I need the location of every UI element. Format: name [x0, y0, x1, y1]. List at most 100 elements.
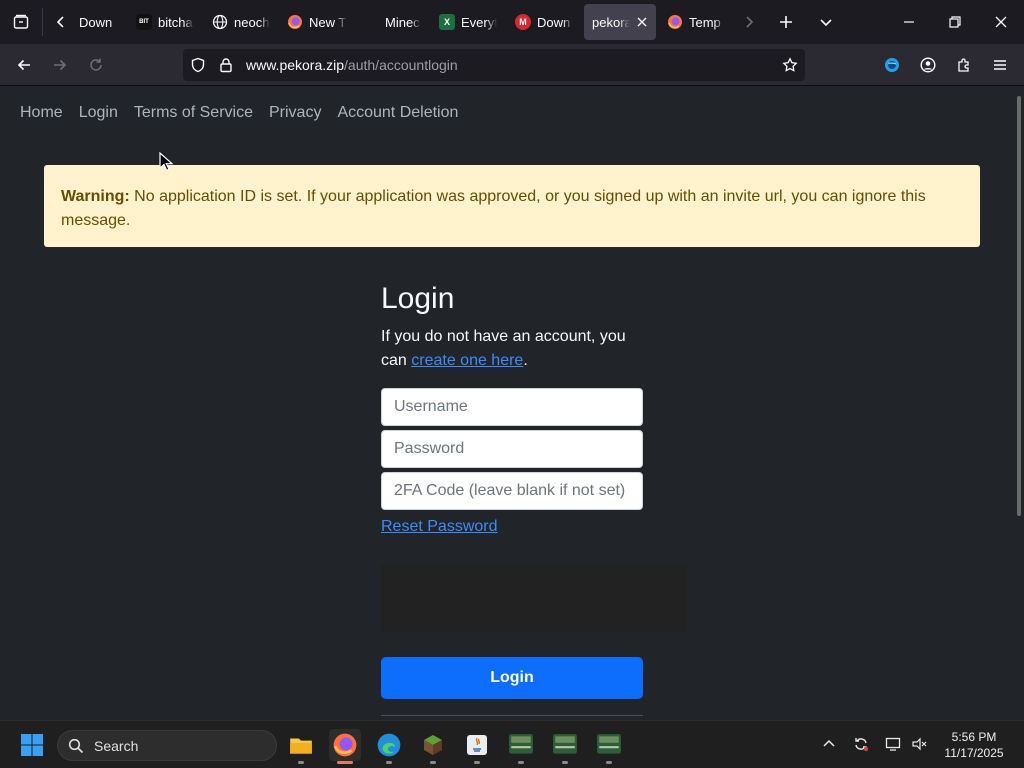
- password-input[interactable]: [381, 430, 643, 468]
- username-input[interactable]: [381, 388, 643, 426]
- mouse-cursor-icon: [159, 152, 173, 172]
- taskbar-search[interactable]: Search: [57, 730, 277, 761]
- url-path: /auth/accountlogin: [344, 57, 458, 73]
- firefox-view-button[interactable]: [0, 0, 42, 44]
- chevron-left-icon: [56, 16, 64, 28]
- reload-button[interactable]: [80, 49, 112, 81]
- extensions-button[interactable]: [948, 49, 980, 81]
- restore-window-button[interactable]: [932, 0, 978, 44]
- scrollbar-thumb[interactable]: [1017, 96, 1021, 516]
- forward-button[interactable]: [44, 49, 76, 81]
- tab-8-active[interactable]: pekora: [584, 4, 656, 40]
- shield-icon[interactable]: [190, 57, 206, 73]
- tab-9[interactable]: Temp: [667, 4, 725, 40]
- plus-icon: [780, 16, 792, 28]
- tab-label: pekora: [592, 14, 630, 30]
- sync-icon: [855, 738, 869, 752]
- blank-favicon-icon: [363, 14, 379, 30]
- taskbar-search-label: Search: [94, 737, 139, 754]
- account-button[interactable]: [912, 49, 944, 81]
- back-button[interactable]: [8, 49, 40, 81]
- taskbar-app-2[interactable]: [549, 729, 581, 764]
- clock-time: 5:56 PM: [951, 730, 997, 744]
- tab-7[interactable]: M Down: [515, 4, 573, 40]
- close-window-button[interactable]: [978, 0, 1024, 44]
- tab-scroll-right-button[interactable]: [736, 0, 762, 44]
- taskbar-java[interactable]: [461, 729, 493, 764]
- globe-icon: [212, 14, 228, 30]
- extension-button[interactable]: [876, 49, 908, 81]
- warning-message: No application ID is set. If your applic…: [61, 188, 926, 229]
- account-icon: [920, 57, 936, 73]
- minimize-window-button[interactable]: [886, 0, 932, 44]
- reset-password-link[interactable]: Reset Password: [381, 518, 498, 536]
- close-icon: [995, 16, 1007, 28]
- taskbar-edge[interactable]: [373, 729, 405, 764]
- nav-link-login[interactable]: Login: [79, 104, 118, 122]
- url-text[interactable]: www.pekora.zip/auth/accountlogin: [246, 57, 458, 73]
- arrow-right-icon: [54, 59, 67, 71]
- minimize-icon: [904, 21, 914, 23]
- lock-icon[interactable]: [218, 57, 234, 73]
- taskbar-clock[interactable]: 5:56 PM 11/17/2025: [936, 729, 1012, 761]
- taskbar-app-3[interactable]: [593, 729, 625, 764]
- taskbar-file-explorer[interactable]: [285, 729, 317, 764]
- new-tab-button[interactable]: [770, 0, 802, 44]
- tab-label: Minec: [385, 14, 420, 30]
- display-tray-button[interactable]: [882, 733, 904, 755]
- hamburger-menu-icon: [994, 60, 1006, 70]
- puzzle-icon: [958, 58, 969, 72]
- network-volume-button[interactable]: [908, 733, 930, 755]
- create-account-link[interactable]: create one here: [411, 352, 523, 369]
- warning-alert: Warning: No application ID is set. If yo…: [44, 165, 980, 247]
- chevron-up-icon: [823, 739, 835, 747]
- restore-icon: [949, 16, 961, 28]
- login-button[interactable]: Login: [381, 657, 643, 699]
- url-bar[interactable]: www.pekora.zip/auth/accountlogin: [183, 49, 805, 81]
- taskbar-firefox[interactable]: [329, 729, 361, 764]
- list-all-tabs-button[interactable]: [810, 0, 842, 44]
- show-hidden-icons-button[interactable]: [818, 733, 840, 755]
- game-app-icon: [597, 734, 621, 754]
- nav-link-terms[interactable]: Terms of Service: [134, 104, 253, 122]
- tab-label: Down: [79, 14, 113, 30]
- nav-link-account-deletion[interactable]: Account Deletion: [337, 104, 458, 122]
- menu-button[interactable]: [984, 49, 1016, 81]
- warning-label: Warning:: [61, 188, 130, 205]
- nav-link-home[interactable]: Home: [20, 104, 63, 122]
- captcha-widget[interactable]: [381, 564, 687, 632]
- tab-label: Temp: [689, 14, 721, 30]
- tab-2[interactable]: BIT bitcha: [136, 4, 194, 40]
- sync-status-button[interactable]: [850, 733, 872, 755]
- taskbar-minecraft[interactable]: [417, 729, 449, 764]
- firefox-icon: [667, 14, 683, 30]
- tab-6[interactable]: X Everyt: [439, 4, 497, 40]
- bookmark-star-icon[interactable]: [782, 57, 798, 73]
- firefox-icon: [333, 733, 357, 757]
- tab-1[interactable]: Down: [79, 4, 123, 40]
- tab-close-button[interactable]: [634, 14, 650, 30]
- folder-icon: [290, 738, 312, 754]
- windows-logo-icon: [21, 734, 43, 756]
- tab-strip: Down BIT bitcha neoch New T Minec X Ever…: [0, 0, 1024, 44]
- firefox-view-icon: [13, 14, 29, 29]
- tab-4[interactable]: New T: [287, 4, 347, 40]
- monitor-icon: [885, 737, 901, 751]
- close-icon: [637, 17, 647, 27]
- twofa-input[interactable]: [381, 472, 643, 510]
- tab-label: New T: [309, 14, 347, 30]
- game-app-icon: [553, 734, 577, 754]
- url-host: www.pekora.zip: [246, 57, 345, 73]
- tab-scroll-left-button[interactable]: [48, 0, 74, 44]
- mega-favicon-icon: M: [515, 14, 531, 30]
- nav-link-privacy[interactable]: Privacy: [269, 104, 321, 122]
- start-button[interactable]: [16, 729, 48, 761]
- chevron-down-icon: [820, 19, 832, 27]
- taskbar-app-1[interactable]: [505, 729, 537, 764]
- navigation-toolbar: www.pekora.zip/auth/accountlogin: [0, 44, 1024, 86]
- firefox-icon: [287, 14, 303, 30]
- excel-favicon-icon: X: [439, 14, 455, 30]
- tab-5[interactable]: Minec: [363, 4, 421, 40]
- tab-strip-separator: [42, 8, 43, 36]
- tab-3[interactable]: neoch: [212, 4, 270, 40]
